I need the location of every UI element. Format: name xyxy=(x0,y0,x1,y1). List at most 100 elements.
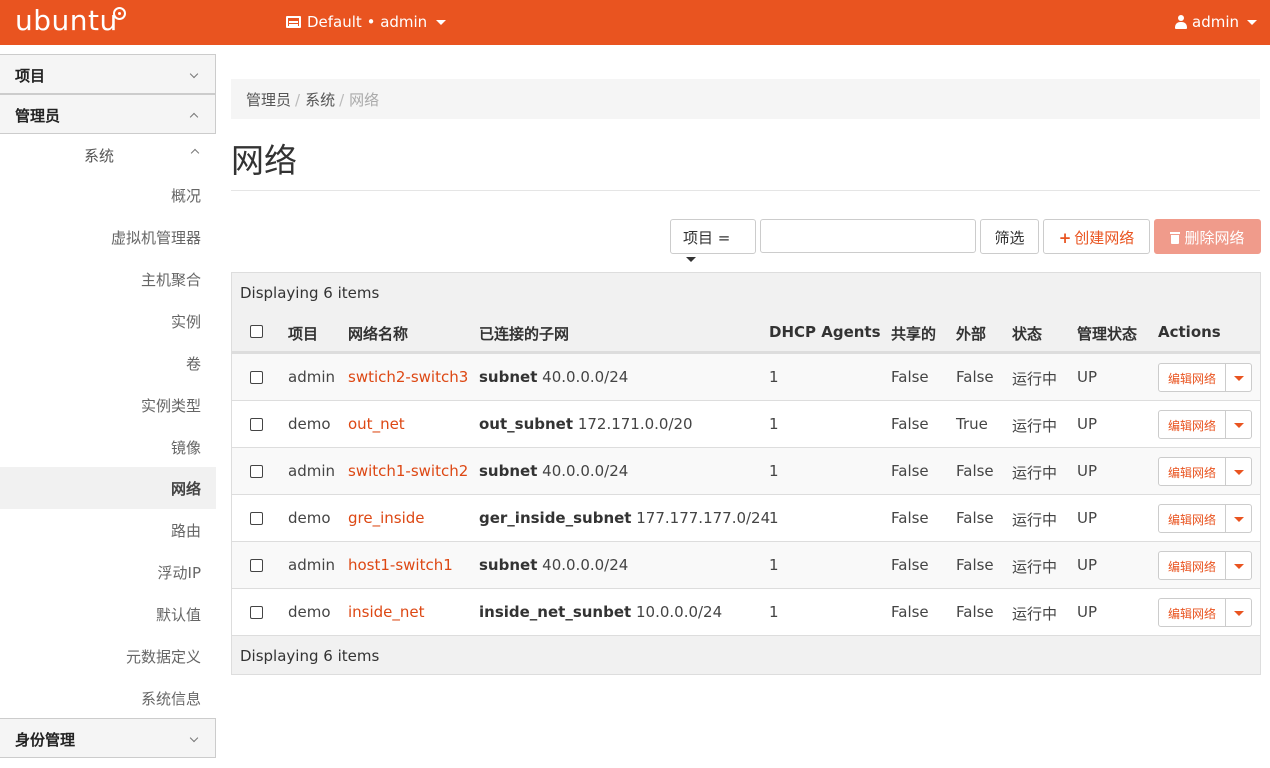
row-checkbox[interactable] xyxy=(250,606,263,619)
sidebar-item-overview[interactable]: 概况 xyxy=(0,174,216,216)
row-checkbox[interactable] xyxy=(250,559,263,572)
filter-button[interactable]: 筛选 xyxy=(980,219,1039,254)
column-header-admin-state[interactable]: 管理状态 xyxy=(1077,323,1137,344)
sidebar-item-floating-ips[interactable]: 浮动IP xyxy=(0,551,216,593)
table-row: demo inside_net inside_net_sunbet 10.0.0.0… xyxy=(232,588,1260,635)
edit-network-button[interactable]: 编辑网络 xyxy=(1158,410,1226,439)
edit-network-button[interactable]: 编辑网络 xyxy=(1158,457,1226,486)
table-row: admin host1-switch1 subnet 40.0.0.0/24 1 Fal… xyxy=(232,541,1260,588)
breadcrumb-admin[interactable]: 管理员 xyxy=(246,91,291,109)
cell-project: demo xyxy=(288,603,331,621)
sidebar-item-volumes[interactable]: 卷 xyxy=(0,342,216,384)
filter-input[interactable] xyxy=(760,219,976,253)
row-actions-dropdown[interactable] xyxy=(1226,363,1252,392)
network-name-link[interactable]: gre_inside xyxy=(348,509,425,527)
cell-shared: False xyxy=(891,415,929,433)
breadcrumb-separator: / xyxy=(339,91,345,109)
plus-icon: + xyxy=(1058,229,1072,247)
subnet-cidr: 40.0.0.0/24 xyxy=(542,556,629,574)
project-switcher[interactable]: Default • admin xyxy=(286,13,447,31)
cell-project: demo xyxy=(288,509,331,527)
edit-network-button[interactable]: 编辑网络 xyxy=(1158,551,1226,580)
row-actions-dropdown[interactable] xyxy=(1226,504,1252,533)
cell-shared: False xyxy=(891,368,929,386)
row-checkbox[interactable] xyxy=(250,512,263,525)
column-header-external[interactable]: 外部 xyxy=(956,323,986,344)
sidebar-section-label: 管理员 xyxy=(15,107,61,125)
cell-subnet: subnet 40.0.0.0/24 xyxy=(479,556,628,574)
sidebar-item-defaults[interactable]: 默认值 xyxy=(0,593,216,635)
column-header-status[interactable]: 状态 xyxy=(1012,323,1042,344)
network-name-link[interactable]: switch1-switch2 xyxy=(348,462,468,480)
cell-dhcp-agents: 1 xyxy=(769,556,779,574)
subnet-name: out_subnet xyxy=(479,415,574,433)
row-actions-dropdown[interactable] xyxy=(1226,457,1252,486)
sidebar-item-images[interactable]: 镜像 xyxy=(0,426,216,468)
table-row: demo out_net out_subnet 172.171.0.0/20 1 Fal… xyxy=(232,400,1260,447)
sidebar-group-system[interactable]: 系统 xyxy=(0,134,216,176)
divider xyxy=(231,190,1260,191)
sidebar-item-hypervisors[interactable]: 虚拟机管理器 xyxy=(0,216,216,258)
cell-status: 运行中 xyxy=(1012,417,1058,435)
column-header-network-name[interactable]: 网络名称 xyxy=(348,323,408,344)
sidebar-item-routers[interactable]: 路由 xyxy=(0,509,216,551)
project-icon xyxy=(286,16,301,28)
sidebar-item-system-info[interactable]: 系统信息 xyxy=(0,677,216,719)
sidebar-item-instances[interactable]: 实例 xyxy=(0,300,216,342)
table-row: demo gre_inside ger_inside_subnet 177.177.… xyxy=(232,494,1260,541)
table-row: admin swtich2-switch3 subnet 40.0.0.0/24 1 F… xyxy=(232,353,1260,400)
subnet-cidr: 40.0.0.0/24 xyxy=(542,462,629,480)
caret-down-icon xyxy=(1234,470,1244,475)
ubuntu-logo[interactable]: ubuntu xyxy=(15,4,118,37)
cell-dhcp-agents: 1 xyxy=(769,462,779,480)
sidebar-section-admin[interactable]: 管理员 xyxy=(0,94,216,134)
edit-network-button[interactable]: 编辑网络 xyxy=(1158,598,1226,627)
table-header: 项目 网络名称 已连接的子网 DHCP Agents 共享的 外部 状态 管理状… xyxy=(232,312,1260,353)
column-header-dhcp-agents[interactable]: DHCP Agents xyxy=(769,323,881,341)
filter-field-select[interactable]: 项目 = xyxy=(670,219,756,262)
user-menu[interactable]: admin xyxy=(1175,13,1257,31)
row-checkbox[interactable] xyxy=(250,418,263,431)
cell-project: admin xyxy=(288,462,335,480)
cell-shared: False xyxy=(891,603,929,621)
sidebar-section-project[interactable]: 项目 xyxy=(0,54,216,94)
network-name-link[interactable]: out_net xyxy=(348,415,405,433)
cell-admin-state: UP xyxy=(1077,415,1098,433)
row-actions-dropdown[interactable] xyxy=(1226,551,1252,580)
subnet-name: ger_inside_subnet xyxy=(479,509,632,527)
cell-dhcp-agents: 1 xyxy=(769,509,779,527)
network-name-link[interactable]: inside_net xyxy=(348,603,425,621)
sidebar-item-host-aggregates[interactable]: 主机聚合 xyxy=(0,258,216,300)
row-actions-dropdown[interactable] xyxy=(1226,598,1252,627)
cell-project: admin xyxy=(288,368,335,386)
create-network-button[interactable]: + 创建网络 xyxy=(1043,219,1150,254)
edit-network-button[interactable]: 编辑网络 xyxy=(1158,363,1226,392)
network-name-link[interactable]: swtich2-switch3 xyxy=(348,368,468,386)
breadcrumb-system[interactable]: 系统 xyxy=(305,91,335,109)
sidebar-section-identity[interactable]: 身份管理 xyxy=(0,718,216,758)
delete-networks-button[interactable]: 删除网络 xyxy=(1154,219,1261,254)
project-switcher-label: Default • admin xyxy=(307,13,428,31)
row-checkbox[interactable] xyxy=(250,371,263,384)
cell-shared: False xyxy=(891,556,929,574)
create-network-label: 创建网络 xyxy=(1074,229,1135,247)
user-name: admin xyxy=(1192,13,1239,31)
cell-admin-state: UP xyxy=(1077,603,1098,621)
column-header-subnets[interactable]: 已连接的子网 xyxy=(479,323,569,344)
sidebar-item-flavors[interactable]: 实例类型 xyxy=(0,384,216,426)
subnet-cidr: 177.177.177.0/24 xyxy=(636,509,771,527)
cell-admin-state: UP xyxy=(1077,509,1098,527)
edit-network-button[interactable]: 编辑网络 xyxy=(1158,504,1226,533)
column-header-project[interactable]: 项目 xyxy=(288,323,318,344)
caret-down-icon xyxy=(1234,517,1244,522)
sidebar-item-metadata-definitions[interactable]: 元数据定义 xyxy=(0,635,216,677)
subnet-cidr: 10.0.0.0/24 xyxy=(635,603,723,621)
cell-shared: False xyxy=(891,509,929,527)
sidebar-item-networks[interactable]: 网络 xyxy=(0,467,216,509)
select-all-checkbox[interactable] xyxy=(250,325,263,338)
row-actions-dropdown[interactable] xyxy=(1226,410,1252,439)
row-checkbox[interactable] xyxy=(250,465,263,478)
cell-dhcp-agents: 1 xyxy=(769,368,779,386)
network-name-link[interactable]: host1-switch1 xyxy=(348,556,453,574)
column-header-shared[interactable]: 共享的 xyxy=(891,323,936,344)
